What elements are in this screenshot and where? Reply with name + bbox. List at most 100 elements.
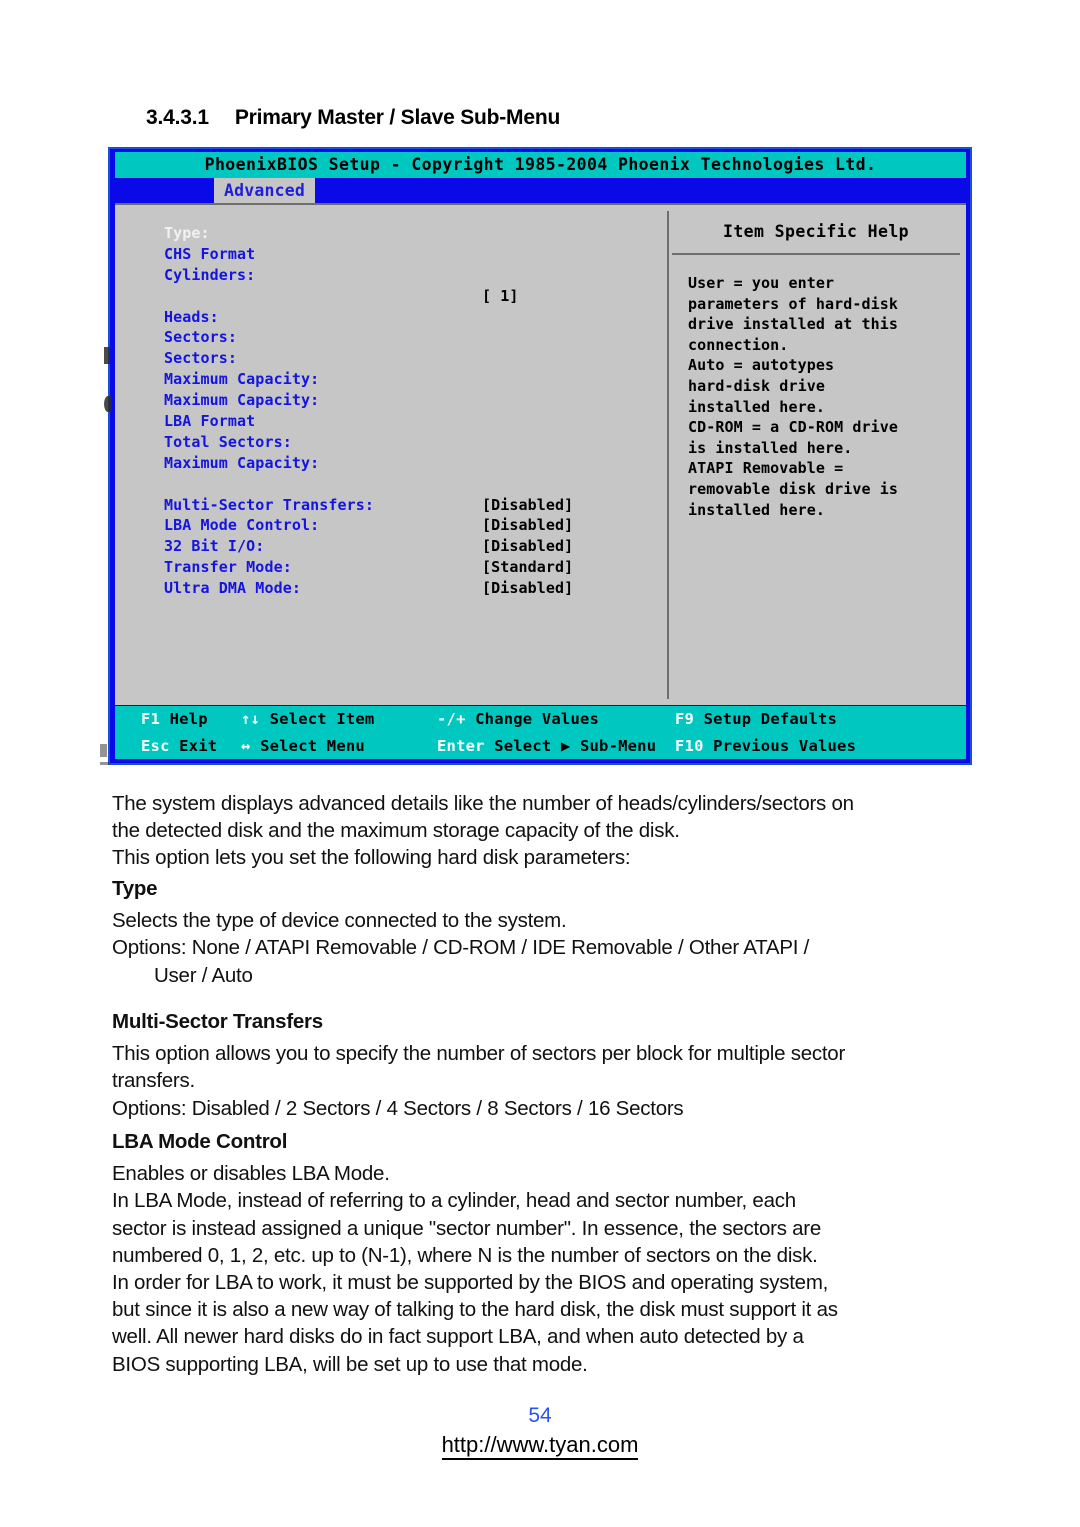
setting-label: Total Sectors:: [164, 432, 292, 451]
function-key-item[interactable]: ↑↓ Select Item: [241, 706, 374, 733]
help-line: parameters of hard-disk: [688, 294, 899, 313]
setting-row[interactable]: Total Sectors:: [164, 432, 667, 453]
lba-mode-control-section: LBA Mode Control Enables or disables LBA…: [112, 1128, 992, 1378]
function-key-item[interactable]: F9 Setup Defaults: [675, 706, 837, 733]
scan-artifact: [104, 347, 110, 364]
setting-value[interactable]: [ 1]: [482, 286, 519, 307]
function-key-item[interactable]: -/+ Change Values: [437, 706, 599, 733]
setting-row[interactable]: Cylinders:: [164, 265, 667, 286]
setting-row[interactable]: Maximum Capacity:: [164, 453, 667, 474]
setting-value[interactable]: [Disabled]: [482, 495, 573, 516]
lba-desc-line-6: but since it is also a new way of talkin…: [112, 1298, 838, 1322]
setting-row[interactable]: LBA Format: [164, 411, 667, 432]
multi-sector-transfers-heading: Multi-Sector Transfers: [112, 1010, 323, 1033]
function-key-description: Setup Defaults: [694, 710, 838, 728]
lba-mode-control-heading: LBA Mode Control: [112, 1130, 288, 1153]
intro-line-1: The system displays advanced details lik…: [112, 792, 854, 815]
setting-row-blank[interactable]: [ 1]: [164, 286, 667, 307]
setting-row[interactable]: Ultra DMA Mode: [Disabled]: [164, 578, 667, 599]
setting-label: Sectors:: [164, 328, 238, 347]
function-key-item[interactable]: F10 Previous Values: [675, 733, 856, 760]
function-key-description: Change Values: [465, 710, 600, 728]
multi-sector-transfers-desc-1: This option allows you to specify the nu…: [112, 1042, 846, 1066]
lba-desc-line-2: In LBA Mode, instead of referring to a c…: [112, 1189, 796, 1213]
multi-sector-transfers-section: Multi-Sector Transfers This option allow…: [112, 1008, 992, 1122]
function-key-item[interactable]: ↔ Select Menu: [241, 733, 365, 760]
function-key-label: Enter: [437, 736, 485, 755]
setting-label: Maximum Capacity:: [164, 453, 320, 472]
setting-row[interactable]: Sectors:: [164, 327, 667, 348]
setting-row-blank: [164, 474, 667, 495]
intro-line-2: the detected disk and the maximum storag…: [112, 819, 680, 843]
help-pane-title: Item Specific Help: [672, 211, 960, 255]
setting-label: Multi-Sector Transfers:: [164, 495, 375, 514]
type-section: Type Selects the type of device connecte…: [112, 875, 992, 989]
type-description: Selects the type of device connected to …: [112, 909, 567, 933]
help-line: hard-disk drive: [688, 376, 825, 395]
multi-sector-transfers-options: Options: Disabled / 2 Sectors / 4 Sector…: [112, 1096, 684, 1120]
type-options-line-2: User / Auto: [154, 963, 253, 987]
help-line: Auto = autotypes: [688, 356, 835, 375]
bios-setup-window: PhoenixBIOS Setup - Copyright 1985-2004 …: [108, 147, 972, 765]
section-title: Primary Master / Slave Sub-Menu: [234, 106, 561, 129]
lba-desc-line-8: BIOS supporting LBA, will be set up to u…: [112, 1352, 588, 1376]
setting-label: Sectors:: [164, 349, 238, 368]
help-line: connection.: [688, 335, 789, 354]
setting-row[interactable]: Maximum Capacity:: [164, 369, 667, 390]
function-key-row-1: F1 Help ↑↓ Select Item -/+ Change Values F9…: [115, 706, 966, 733]
help-line: installed here.: [688, 397, 825, 416]
setting-label: Cylinders:: [164, 265, 256, 284]
function-key-description: Select Menu: [250, 736, 365, 755]
item-specific-help-pane: Item Specific Help User = you enter param…: [672, 211, 960, 699]
function-key-item[interactable]: F1 Help: [141, 706, 208, 733]
function-key-item[interactable]: Enter Select ▶ Sub-Menu: [437, 733, 656, 760]
scan-artifact: [100, 744, 107, 757]
function-key-description: Exit: [169, 736, 218, 755]
setting-label: LBA Mode Control:: [164, 516, 320, 535]
function-key-label: -/+: [437, 710, 466, 728]
page-number: 54: [528, 1404, 552, 1427]
function-key-description: Previous Values: [703, 736, 857, 755]
setting-label: Transfer Mode:: [164, 558, 292, 577]
lba-desc-line-1: Enables or disables LBA Mode.: [112, 1162, 390, 1186]
function-key-description: Select ▶ Sub-Menu: [484, 736, 657, 755]
setting-label: Ultra DMA Mode:: [164, 579, 301, 598]
setting-label: 32 Bit I/O:: [164, 537, 265, 556]
setting-row[interactable]: Heads:: [164, 307, 667, 328]
help-line: CD-ROM = a CD-ROM drive: [688, 418, 899, 437]
bios-menu-bar[interactable]: Advanced: [115, 178, 966, 203]
tab-advanced[interactable]: Advanced: [214, 178, 315, 203]
function-key-bar: F1 Help ↑↓ Select Item -/+ Change Values F9…: [115, 706, 966, 759]
help-line: is installed here.: [688, 438, 853, 457]
setting-label: Type:: [164, 224, 210, 242]
bios-title-bar: PhoenixBIOS Setup - Copyright 1985-2004 …: [115, 152, 966, 178]
setting-row[interactable]: Sectors:: [164, 348, 667, 369]
setting-value[interactable]: [Disabled]: [482, 515, 573, 536]
setting-row[interactable]: Transfer Mode: [Standard]: [164, 557, 667, 578]
setting-value[interactable]: [Disabled]: [482, 578, 573, 599]
footer-url[interactable]: http://www.tyan.com: [0, 1432, 1080, 1460]
multi-sector-transfers-desc-2: transfers.: [112, 1069, 195, 1093]
setting-row[interactable]: LBA Mode Control: [Disabled]: [164, 515, 667, 536]
setting-row[interactable]: Maximum Capacity:: [164, 390, 667, 411]
scan-artifact: [100, 762, 109, 765]
lba-desc-line-5: In order for LBA to work, it must be sup…: [112, 1271, 829, 1295]
function-key-description: Select Item: [260, 710, 375, 728]
function-key-label: ↔: [241, 736, 251, 755]
setting-value[interactable]: [Disabled]: [482, 536, 573, 557]
help-line: installed here.: [688, 500, 825, 519]
page-title: 3.4.3.1 Primary Master / Slave Sub-Menu: [146, 106, 560, 130]
function-key-description: Help: [160, 710, 208, 728]
setting-row[interactable]: CHS Format: [164, 244, 667, 265]
footer-url-text[interactable]: http://www.tyan.com: [441, 1432, 639, 1460]
setting-row[interactable]: 32 Bit I/O: [Disabled]: [164, 536, 667, 557]
setting-value[interactable]: [Standard]: [482, 557, 573, 578]
function-key-item[interactable]: Esc Exit: [141, 733, 217, 760]
setting-row[interactable]: Multi-Sector Transfers: [Disabled]: [164, 495, 667, 516]
help-line: User = you enter: [688, 274, 835, 292]
setting-label: CHS Format: [164, 244, 256, 263]
intro-line-3: This option lets you set the following h…: [112, 846, 631, 870]
setting-label: LBA Format: [164, 412, 256, 431]
setting-row[interactable]: Type:: [164, 223, 667, 244]
help-line: drive installed at this: [688, 315, 899, 334]
